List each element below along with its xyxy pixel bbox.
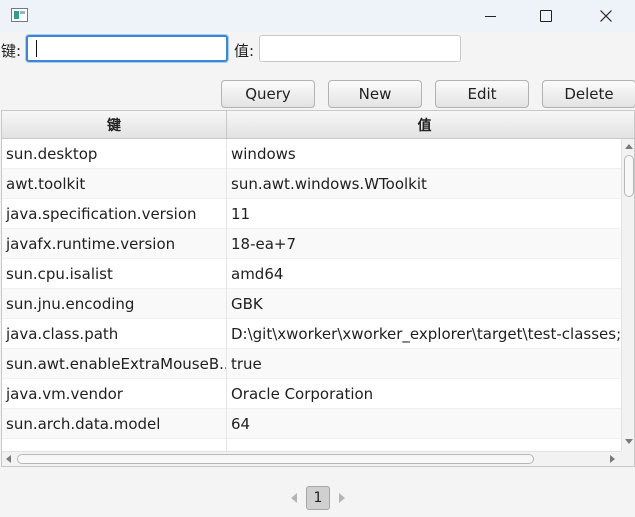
app-window-icon bbox=[11, 8, 28, 22]
table-row[interactable]: sun.arch.data.model 64 bbox=[2, 409, 621, 439]
horizontal-scrollbar[interactable] bbox=[2, 451, 621, 466]
vertical-scrollbar[interactable] bbox=[621, 139, 634, 451]
table-row[interactable]: sun.awt.enableExtraMouseB... true bbox=[2, 349, 621, 379]
cell-key: javafx.runtime.version bbox=[2, 229, 227, 259]
new-button[interactable]: New bbox=[328, 80, 422, 108]
cell-value: 11 bbox=[231, 205, 251, 223]
cell-key: sun.arch.data.model bbox=[2, 409, 227, 439]
cell-key bbox=[2, 439, 227, 451]
key-label: 键: bbox=[1, 42, 22, 60]
table-body: sun.desktop windows awt.toolkit sun.awt.win… bbox=[2, 139, 621, 451]
scroll-right-icon[interactable] bbox=[610, 455, 615, 463]
cell-value: 64 bbox=[231, 415, 251, 433]
cell-value: true bbox=[231, 355, 262, 373]
scroll-down-icon[interactable] bbox=[625, 439, 633, 444]
horizontal-scroll-thumb[interactable] bbox=[17, 454, 534, 464]
cell-value: Oracle Corporation bbox=[231, 385, 374, 403]
value-label: 值: bbox=[234, 42, 255, 60]
column-header-key[interactable]: 键 bbox=[2, 111, 227, 139]
table-row[interactable]: sun.jnu.encoding GBK bbox=[2, 289, 621, 319]
close-button[interactable] bbox=[583, 0, 629, 32]
maximize-button[interactable] bbox=[523, 0, 569, 32]
cell-value: GBK bbox=[231, 295, 263, 313]
scroll-left-icon[interactable] bbox=[6, 455, 11, 463]
page-button-current[interactable]: 1 bbox=[306, 486, 330, 510]
query-button[interactable]: Query bbox=[221, 80, 315, 108]
table-row[interactable]: java.specification.version 11 bbox=[2, 199, 621, 229]
edit-button[interactable]: Edit bbox=[435, 80, 529, 108]
scroll-up-icon[interactable] bbox=[625, 144, 633, 149]
pagination: 1 bbox=[285, 486, 351, 510]
table-row[interactable]: awt.toolkit sun.awt.windows.WToolkit bbox=[2, 169, 621, 199]
cell-value: sun.awt.windows.WToolkit bbox=[231, 175, 427, 193]
vertical-scroll-thumb[interactable] bbox=[624, 155, 634, 197]
title-bar bbox=[0, 0, 635, 32]
table-row[interactable]: sun.cpu.isalist amd64 bbox=[2, 259, 621, 289]
close-icon bbox=[600, 10, 612, 22]
key-input[interactable] bbox=[26, 35, 228, 62]
chevron-right-icon bbox=[339, 493, 345, 503]
maximize-icon bbox=[540, 10, 552, 22]
table-row[interactable]: java.vm.vendor Oracle Corporation bbox=[2, 379, 621, 409]
text-caret bbox=[36, 40, 37, 57]
delete-button[interactable]: Delete bbox=[542, 80, 635, 108]
cell-key: java.specification.version bbox=[2, 199, 227, 229]
cell-key: awt.toolkit bbox=[2, 169, 227, 199]
scrollbar-corner bbox=[621, 451, 634, 466]
cell-key: sun.jnu.encoding bbox=[2, 289, 227, 319]
cell-value: D:\git\xworker\xworker_explorer\target\t… bbox=[231, 325, 621, 343]
minimize-icon bbox=[484, 15, 496, 17]
previous-page-button[interactable] bbox=[285, 486, 303, 510]
table-row[interactable]: sun.desktop windows bbox=[2, 139, 621, 169]
cell-value bbox=[227, 439, 621, 451]
cell-key: java.vm.vendor bbox=[2, 379, 227, 409]
cell-key: java.class.path bbox=[2, 319, 227, 349]
cell-key: sun.desktop bbox=[2, 139, 227, 169]
minimize-button[interactable] bbox=[467, 0, 513, 32]
cell-value: windows bbox=[231, 145, 296, 163]
table-row[interactable]: java.class.path D:\git\xworker\xworker_ex… bbox=[2, 319, 621, 349]
next-page-button[interactable] bbox=[333, 486, 351, 510]
value-input[interactable] bbox=[259, 35, 461, 62]
properties-table: 键 值 sun.desktop windows awt.toolkit sun.awt… bbox=[1, 110, 635, 467]
cell-value: 18-ea+7 bbox=[231, 235, 297, 253]
cell-key: sun.awt.enableExtraMouseB... bbox=[2, 349, 227, 379]
cell-key: sun.cpu.isalist bbox=[2, 259, 227, 289]
column-header-value[interactable]: 值 bbox=[227, 111, 622, 139]
table-header: 键 值 bbox=[2, 111, 634, 139]
chevron-left-icon bbox=[291, 493, 297, 503]
table-row[interactable]: javafx.runtime.version 18-ea+7 bbox=[2, 229, 621, 259]
table-row[interactable] bbox=[2, 439, 621, 451]
cell-value: amd64 bbox=[231, 265, 284, 283]
